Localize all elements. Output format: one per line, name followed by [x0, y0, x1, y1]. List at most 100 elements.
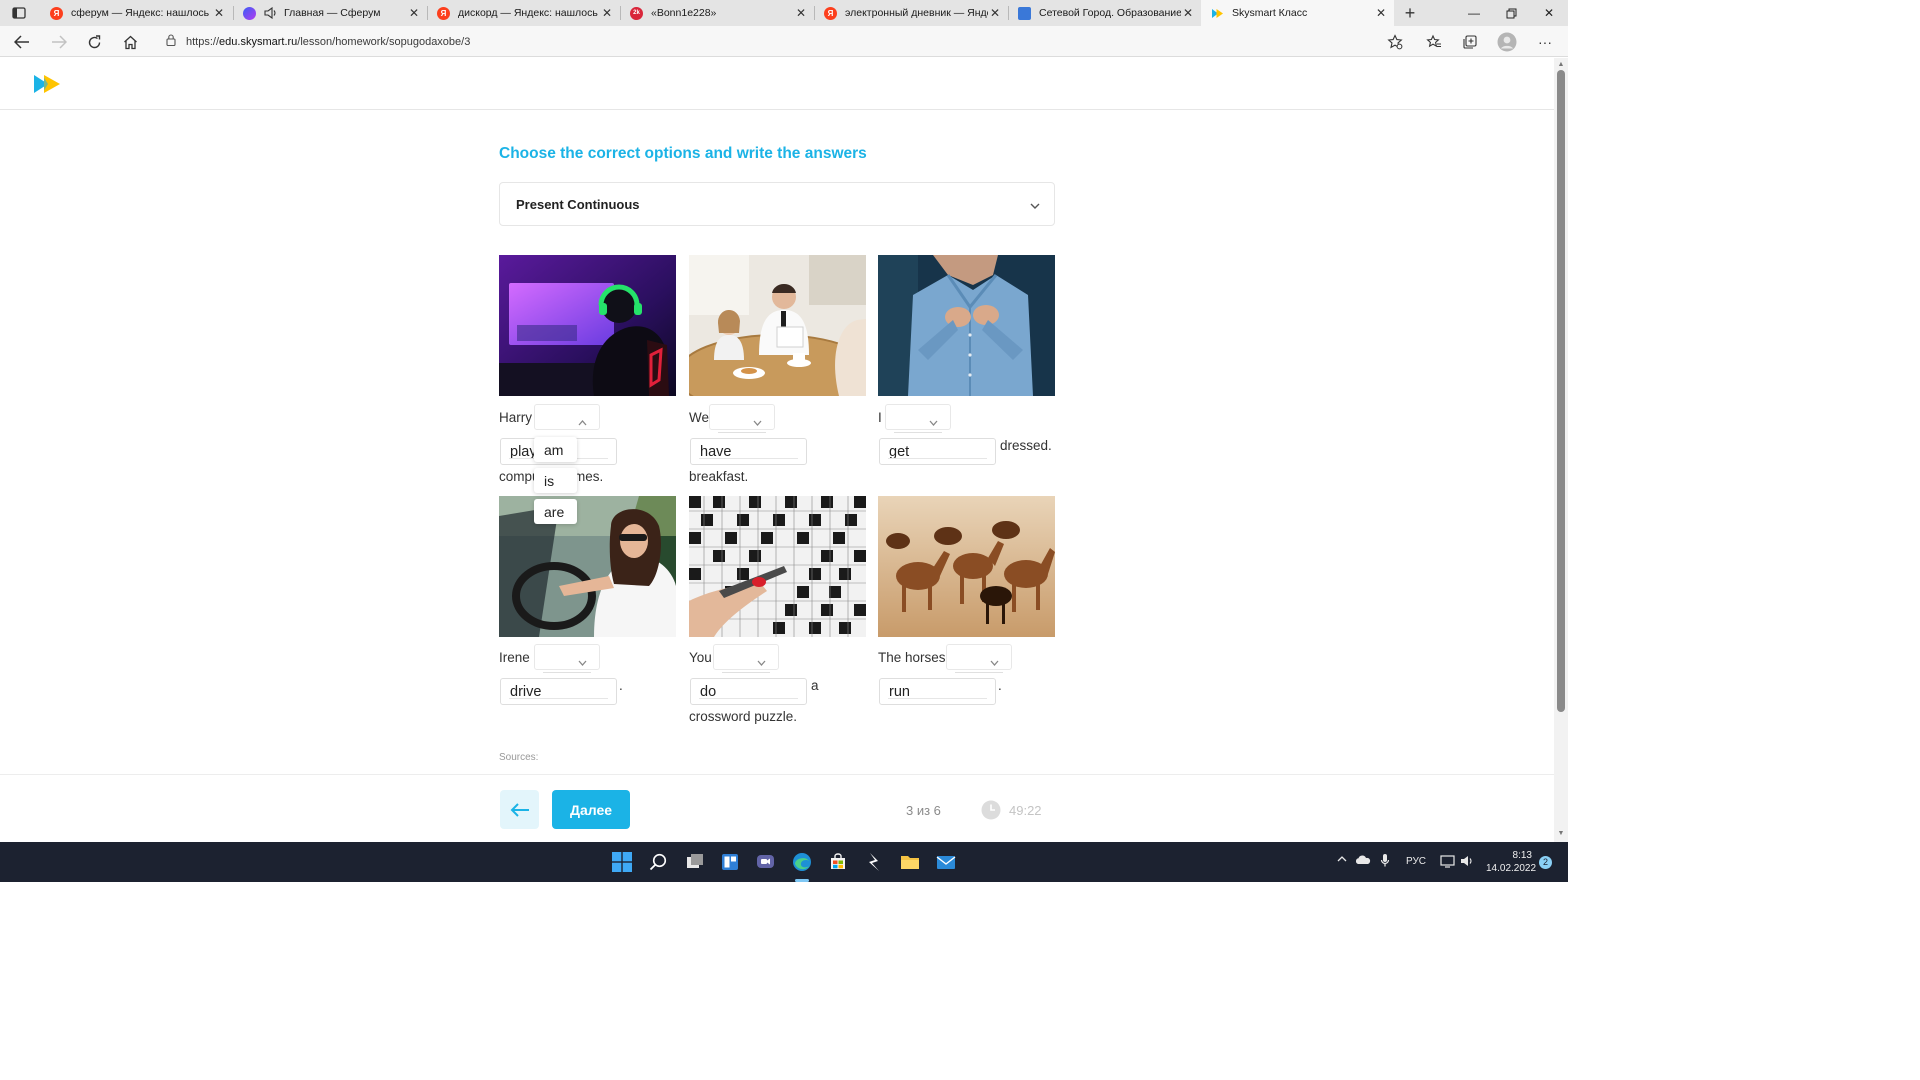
topic-dropdown[interactable]: Present Continuous	[499, 182, 1055, 226]
task-view-icon[interactable]	[684, 851, 706, 873]
question-5-dropdown[interactable]	[713, 644, 779, 673]
mail-icon[interactable]	[935, 851, 957, 873]
profile-avatar[interactable]	[1496, 31, 1518, 53]
topic-label: Present Continuous	[516, 196, 640, 212]
close-icon[interactable]: ✕	[1181, 6, 1195, 20]
previous-button[interactable]	[500, 790, 539, 829]
chevron-down-icon	[990, 653, 999, 671]
close-icon[interactable]: ✕	[600, 6, 614, 20]
browser-tab[interactable]: Я сферум — Яндекс: нашлось 19 ✕	[40, 0, 232, 26]
skysmart-logo[interactable]	[33, 74, 61, 99]
question-1-dropdown[interactable]	[534, 404, 600, 430]
collections-icon[interactable]	[1459, 31, 1481, 53]
question-4-dropdown[interactable]	[534, 644, 600, 673]
question-3-dropdown[interactable]	[885, 404, 951, 433]
question-2-continuation: breakfast.	[689, 469, 749, 484]
microphone-icon[interactable]	[1380, 853, 1390, 871]
yandex-icon: Я	[50, 6, 63, 20]
crossword-photo	[689, 496, 866, 637]
scroll-up-icon[interactable]: ▲	[1557, 61, 1565, 69]
scrollbar-thumb[interactable]	[1557, 70, 1565, 712]
browser-tab-active[interactable]: Skysmart Класс ✕	[1201, 0, 1394, 26]
browser-tab[interactable]: Я дискорд — Яндекс: нашлось 14 ✕	[427, 0, 620, 26]
question-1-options-menu: am is are	[534, 437, 580, 527]
browser-tab[interactable]: Я электронный дневник — Янде ✕	[814, 0, 1008, 26]
edge-icon[interactable]	[791, 851, 813, 873]
home-icon[interactable]	[119, 31, 141, 53]
close-icon[interactable]: ✕	[212, 6, 226, 20]
url-text: https://edu.skysmart.ru/lesson/homework/…	[186, 35, 471, 48]
favorites-icon[interactable]	[1423, 31, 1445, 53]
start-icon[interactable]	[611, 851, 633, 873]
chevron-down-icon	[578, 653, 587, 671]
notification-badge[interactable]: 2	[1539, 856, 1552, 869]
store-icon[interactable]	[827, 851, 849, 873]
app-lightning-icon[interactable]	[863, 851, 885, 873]
page-scrollbar[interactable]: ▲ ▼	[1554, 58, 1568, 842]
scroll-down-icon[interactable]: ▼	[1557, 830, 1565, 838]
question-3-answer-input[interactable]: get	[879, 438, 996, 465]
file-explorer-icon[interactable]	[899, 851, 921, 873]
chevron-down-icon	[753, 413, 762, 431]
search-icon[interactable]	[647, 851, 669, 873]
widgets-icon[interactable]	[719, 851, 741, 873]
active-app-indicator	[795, 879, 809, 882]
forward-arrow-icon[interactable]	[48, 31, 70, 53]
close-icon[interactable]: ✕	[407, 6, 421, 20]
question-2-dropdown[interactable]	[709, 404, 775, 433]
close-icon[interactable]: ✕	[1374, 6, 1388, 20]
question-6-after-input: .	[998, 678, 1002, 693]
arrow-left-icon	[510, 802, 529, 817]
browser-tab[interactable]: 2k «Bonn1e228» ✕	[620, 0, 814, 26]
new-tab-button[interactable]: +	[1400, 3, 1420, 23]
back-arrow-icon[interactable]	[11, 31, 33, 53]
network-icon[interactable]	[1440, 855, 1455, 871]
browser-tab[interactable]: Сетевой Город. Образование. ✕	[1008, 0, 1201, 26]
gamer-photo	[499, 255, 676, 396]
close-icon[interactable]: ✕	[794, 6, 808, 20]
chevron-up-icon	[578, 413, 587, 431]
question-4-after-input: .	[619, 678, 623, 693]
next-button[interactable]: Далее	[552, 790, 630, 829]
option-is[interactable]: is	[534, 468, 577, 493]
man-dressing-photo	[878, 255, 1055, 396]
more-menu-icon[interactable]: ···	[1534, 31, 1556, 53]
restore-icon[interactable]	[1493, 0, 1529, 26]
minimize-icon[interactable]: —	[1456, 0, 1492, 26]
language-indicator[interactable]: РУС	[1406, 856, 1426, 867]
tab-title: сферум — Яндекс: нашлось 19	[71, 7, 212, 19]
window-close-icon[interactable]: ✕	[1531, 0, 1567, 26]
skysmart-icon	[1211, 7, 1224, 20]
tab-title: электронный дневник — Янде	[845, 7, 988, 19]
onedrive-icon[interactable]	[1355, 855, 1371, 868]
chevron-down-icon	[1030, 198, 1040, 213]
option-are[interactable]: are	[534, 499, 577, 524]
timer: 49:22	[1009, 803, 1042, 818]
volume-icon[interactable]	[1460, 855, 1474, 870]
speaker-icon[interactable]	[264, 7, 278, 19]
question-4-subject: Irene	[499, 650, 530, 665]
question-6-subject: The horses	[878, 650, 946, 665]
option-am[interactable]: am	[534, 437, 577, 462]
question-4-answer-input[interactable]: drive	[500, 678, 617, 705]
reload-icon[interactable]	[83, 31, 105, 53]
teams-chat-icon[interactable]	[755, 851, 777, 873]
question-3-after-input: dressed.	[1000, 438, 1052, 453]
close-icon[interactable]: ✕	[988, 6, 1002, 20]
lock-icon[interactable]	[166, 33, 176, 51]
add-favorite-icon[interactable]	[1384, 31, 1406, 53]
chevron-down-icon	[757, 653, 766, 671]
browser-tab[interactable]: Главная — Сферум ✕	[233, 0, 427, 26]
clock-time: 8:13	[1512, 850, 1532, 861]
address-bar: https://edu.skysmart.ru/lesson/homework/…	[0, 26, 1568, 57]
question-6-dropdown[interactable]	[946, 644, 1012, 673]
netcity-icon	[1018, 6, 1031, 20]
question-2-answer-input[interactable]: have	[690, 438, 807, 465]
tray-chevron-up-icon[interactable]	[1337, 854, 1347, 865]
url-field[interactable]: https://edu.skysmart.ru/lesson/homework/…	[158, 29, 1414, 54]
tab-title: Главная — Сферум	[284, 7, 381, 19]
question-5-answer-input[interactable]: do	[690, 678, 807, 705]
system-clock[interactable]: 8:13 14.02.2022	[1486, 849, 1536, 875]
question-6-answer-input[interactable]: run	[879, 678, 996, 705]
tab-actions-icon[interactable]	[8, 4, 30, 22]
